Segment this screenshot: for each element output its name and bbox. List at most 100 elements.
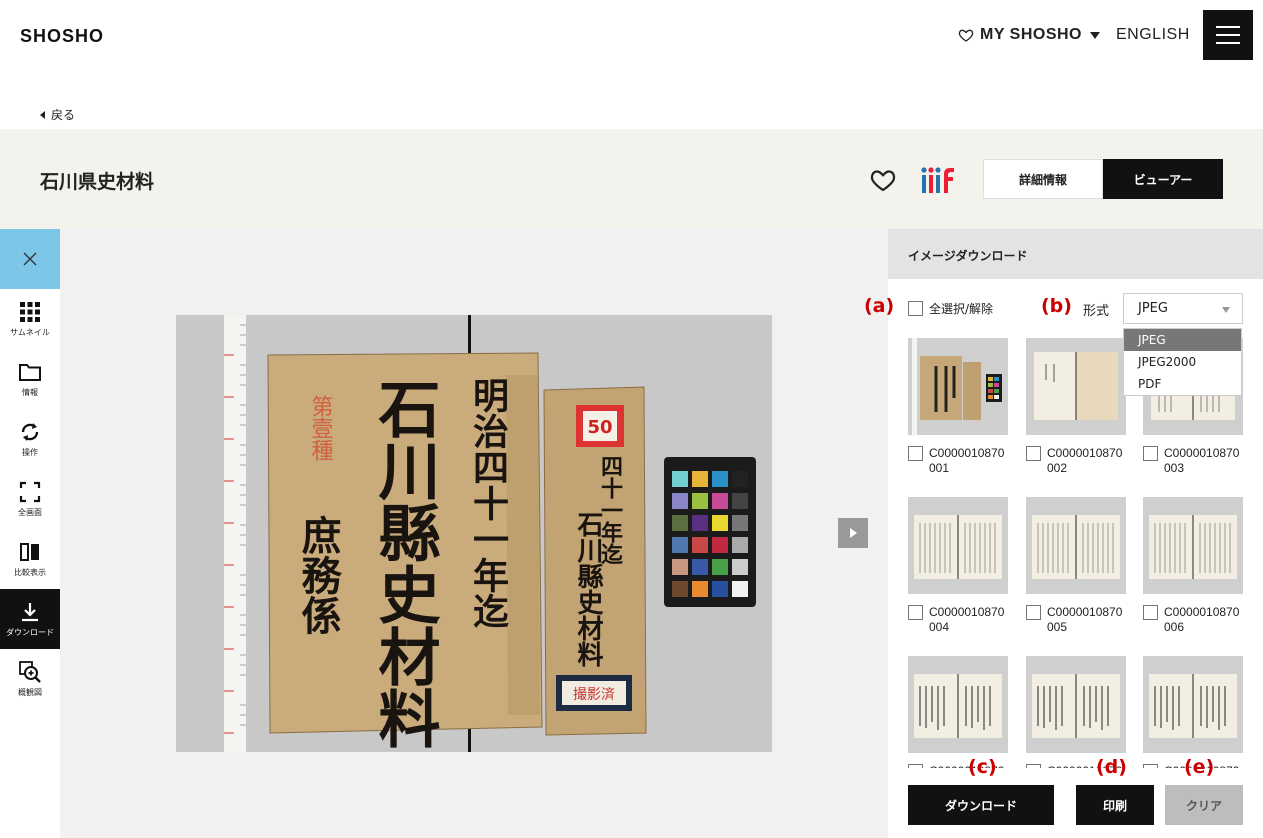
tool-overview[interactable]: 概観図 <box>0 649 60 709</box>
close-icon <box>23 252 37 266</box>
image-viewer[interactable]: 50 撮影済 石川縣史材料 明治四十一年迄 第壹種 庶務係 四十一年迄 石川縣史… <box>60 229 888 838</box>
image-download-panel: イメージダウンロード (a) 全選択/解除 (b) 形式 JPEG JPEG J… <box>864 229 1263 838</box>
thumbnail-caption: C0000010870004 <box>908 605 1008 635</box>
thumbnail-item[interactable]: C0000010870009 <box>1143 656 1243 768</box>
tool-info[interactable]: 情報 <box>0 349 60 409</box>
select-all-checkbox[interactable] <box>908 301 923 316</box>
page-title: 石川県史材料 <box>40 171 155 193</box>
thumbnail-item[interactable]: C0000010870004 <box>908 497 1008 635</box>
thumbnail-checkbox[interactable] <box>1026 764 1041 768</box>
document-scan-image[interactable]: 50 撮影済 石川縣史材料 明治四十一年迄 第壹種 庶務係 四十一年迄 石川縣史… <box>176 315 772 752</box>
language-switch[interactable]: ENGLISH <box>1116 26 1190 44</box>
spine-title-text: 石川縣史材料 <box>573 511 604 667</box>
annotation-d: (d) <box>1096 756 1127 778</box>
thumbnail-image[interactable] <box>1026 338 1126 435</box>
tool-compare[interactable]: 比較表示 <box>0 529 60 589</box>
thumbnail-image[interactable] <box>1026 497 1126 594</box>
clear-button[interactable]: クリア <box>1165 785 1243 825</box>
thumbnail-checkbox[interactable] <box>1143 605 1158 620</box>
site-logo[interactable]: SHOSHO <box>20 26 104 47</box>
fullscreen-icon <box>19 481 41 503</box>
my-shosho-menu[interactable]: MY SHOSHO <box>958 26 1100 44</box>
caret-down-icon <box>1090 31 1100 39</box>
thumbnail-caption: C0000010870002 <box>1026 446 1126 476</box>
thumbnail-item[interactable]: C0000010870002 <box>1026 338 1126 476</box>
back-label: 戻る <box>51 108 76 122</box>
title-bar: 石川県史材料 詳細情報 ビューアー <box>0 129 1263 229</box>
tool-fullscreen[interactable]: 全画面 <box>0 469 60 529</box>
thumbnail-id: C0000010870004 <box>929 605 1005 634</box>
rotate-icon <box>21 423 39 441</box>
panel-title: イメージダウンロード <box>908 249 1028 263</box>
scan-drawing: 50 撮影済 石川縣史材料 明治四十一年迄 第壹種 庶務係 四十一年迄 石川縣史… <box>176 315 772 752</box>
thumbnail-item[interactable]: C0000010870007 <box>908 656 1008 768</box>
thumbnail-item[interactable]: C0000010870005 <box>1026 497 1126 635</box>
tool-download[interactable]: ダウンロード <box>0 589 60 649</box>
tool-operation[interactable]: 操作 <box>0 409 60 469</box>
thumbnail-image[interactable] <box>1026 656 1126 753</box>
thumbnail-image[interactable] <box>908 497 1008 594</box>
thumbnail-grid[interactable]: C0000010870001 C0000010870002 C000001087… <box>908 338 1248 768</box>
thumbnail-checkbox[interactable] <box>908 605 923 620</box>
tool-label: ダウンロード <box>6 628 54 637</box>
format-dropdown-list[interactable]: JPEG JPEG2000 PDF <box>1123 328 1242 396</box>
play-right-icon <box>849 528 857 538</box>
annotation-b: (b) <box>1041 295 1072 317</box>
thumbnail-checkbox[interactable] <box>1026 605 1041 620</box>
download-button[interactable]: ダウンロード <box>908 785 1054 825</box>
tab-viewer[interactable]: ビューアー <box>1103 159 1223 199</box>
tag-number: 50 <box>587 417 612 438</box>
thumbnail-caption: C0000010870003 <box>1143 446 1243 476</box>
thumbnail-image[interactable] <box>908 656 1008 753</box>
tab-detail-info[interactable]: 詳細情報 <box>983 159 1103 199</box>
thumbnail-image[interactable] <box>1143 656 1243 753</box>
thumbnail-item[interactable]: C0000010870001 <box>908 338 1008 476</box>
thumbnail-image[interactable] <box>908 338 1008 435</box>
cover-side-text: 明治四十一年迄 <box>467 377 509 629</box>
dropdown-arrow-icon <box>1222 307 1230 313</box>
my-shosho-label: MY SHOSHO <box>980 26 1082 43</box>
format-select[interactable]: JPEG <box>1123 293 1243 324</box>
thumbnail-item[interactable]: C0000010870008 <box>1026 656 1126 768</box>
format-option-pdf[interactable]: PDF <box>1124 373 1241 395</box>
thumbnail-id: C0000010870006 <box>1164 605 1240 634</box>
grid-icon <box>20 302 40 322</box>
print-button[interactable]: 印刷 <box>1076 785 1154 825</box>
back-arrow-icon <box>40 110 45 119</box>
sticker-text: 撮影済 <box>573 686 615 703</box>
favorite-heart-icon[interactable] <box>870 168 896 192</box>
thumbnail-image[interactable] <box>1143 497 1243 594</box>
format-selected-value: JPEG <box>1138 301 1168 316</box>
tool-label: サムネイル <box>10 328 50 337</box>
site-header: SHOSHO MY SHOSHO ENGLISH <box>0 0 1263 72</box>
thumbnail-checkbox[interactable] <box>1143 446 1158 461</box>
thumbnail-caption: C0000010870005 <box>1026 605 1126 635</box>
cover-stamp-text: 第壹種 <box>308 395 334 461</box>
select-all-label: 全選択/解除 <box>929 302 994 316</box>
tool-label: 概観図 <box>18 688 42 697</box>
thumbnail-caption: C0000010870001 <box>908 446 1008 476</box>
tool-label: 操作 <box>22 448 38 457</box>
thumbnail-checkbox[interactable] <box>1143 764 1158 768</box>
annotation-c: (c) <box>968 756 997 778</box>
heart-icon <box>958 29 974 42</box>
thumbnail-caption: C0000010870006 <box>1143 605 1243 635</box>
tool-label: 情報 <box>22 388 38 397</box>
hamburger-line <box>1216 42 1240 44</box>
back-link[interactable]: 戻る <box>40 106 75 123</box>
viewer-toolbar: サムネイル 情報 操作 全画面 比較表示 ダウンロード 概観図 <box>0 229 60 838</box>
hamburger-menu-button[interactable] <box>1203 10 1253 60</box>
next-page-button[interactable] <box>838 518 868 548</box>
format-option-jpeg2000[interactable]: JPEG2000 <box>1124 351 1241 373</box>
format-option-jpeg[interactable]: JPEG <box>1124 329 1241 351</box>
select-all-toggle[interactable]: 全選択/解除 <box>908 300 993 317</box>
close-panel-button[interactable] <box>0 229 60 289</box>
thumbnail-checkbox[interactable] <box>908 764 923 768</box>
tool-thumbnail[interactable]: サムネイル <box>0 289 60 349</box>
thumbnail-checkbox[interactable] <box>1026 446 1041 461</box>
download-icon <box>22 603 38 622</box>
thumbnail-checkbox[interactable] <box>908 446 923 461</box>
hamburger-line <box>1216 26 1240 28</box>
iiif-logo-icon[interactable] <box>920 165 956 195</box>
thumbnail-item[interactable]: C0000010870006 <box>1143 497 1243 635</box>
